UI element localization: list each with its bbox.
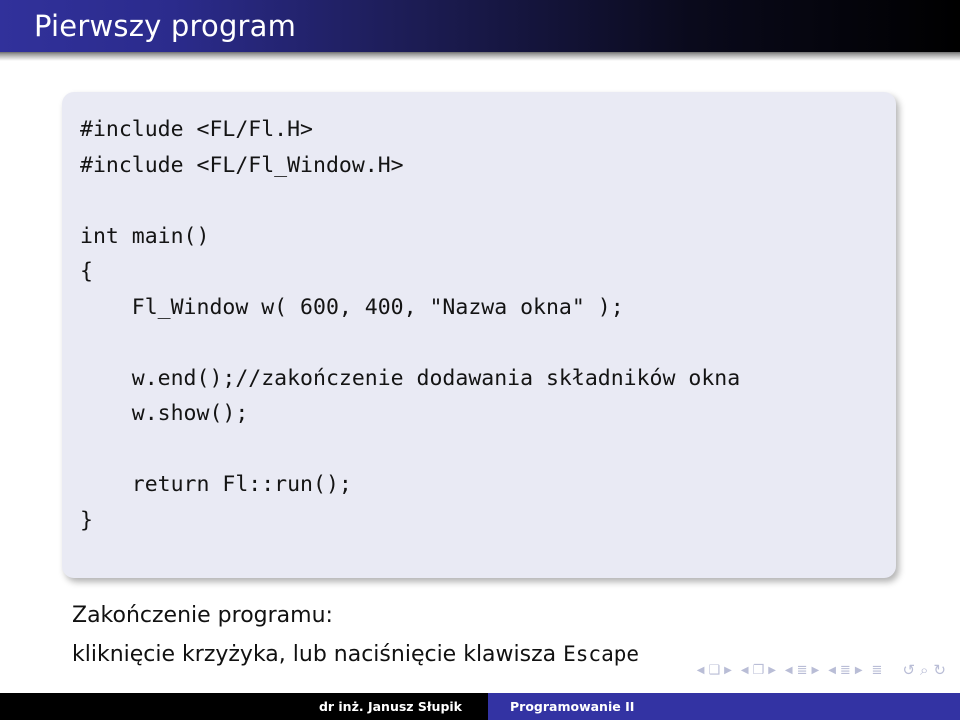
search-icon[interactable]: ⌕ — [920, 663, 928, 678]
outro-line-2-prefix: kliknięcie krzyżyka, lub naciśnięcie kla… — [72, 642, 564, 667]
prev-subsection-icon[interactable]: ◀ — [741, 665, 749, 676]
section-icon[interactable]: ≣ — [797, 664, 808, 677]
next-part-icon[interactable]: ▶ — [855, 665, 863, 676]
header-underline-divider — [0, 52, 960, 61]
beamer-navigation-bar[interactable]: ◀ ❑ ▶ ◀ ❐ ▶ ◀ ≣ ▶ ◀ ≣ ▶ ≣ ↺ ⌕ ↻ — [697, 663, 946, 678]
outro-line-1: Zakończenie programu: — [72, 603, 333, 628]
footer-author: dr inż. Janusz Słupik — [318, 699, 462, 714]
code-listing: #include <FL/Fl.H> #include <FL/Fl_Windo… — [80, 117, 741, 533]
frame-icon[interactable]: ❑ — [708, 664, 720, 677]
forward-icon[interactable]: ↻ — [933, 663, 946, 678]
slide-footer: dr inż. Janusz Słupik Programowanie II — [0, 693, 960, 720]
code-block: #include <FL/Fl.H> #include <FL/Fl_Windo… — [62, 92, 896, 578]
subsection-icon[interactable]: ❐ — [753, 664, 765, 677]
nav-group-section[interactable]: ◀ ≣ ▶ — [785, 664, 819, 677]
next-section-icon[interactable]: ▶ — [812, 665, 820, 676]
part-icon[interactable]: ≣ — [840, 664, 851, 677]
nav-group-part[interactable]: ◀ ≣ ▶ — [828, 664, 862, 677]
next-subsection-icon[interactable]: ▶ — [768, 665, 776, 676]
next-frame-icon[interactable]: ▶ — [724, 665, 732, 676]
nav-history-controls[interactable]: ↺ ⌕ ↻ — [902, 663, 946, 678]
nav-group-subsection[interactable]: ◀ ❐ ▶ — [741, 664, 776, 677]
nav-group-frame[interactable]: ◀ ❑ ▶ — [697, 664, 732, 677]
footer-author-cell: dr inż. Janusz Słupik — [0, 693, 488, 720]
prev-section-icon[interactable]: ◀ — [785, 665, 793, 676]
escape-key-literal: Escape — [563, 642, 639, 666]
slide-header: Pierwszy program — [0, 0, 960, 52]
back-icon[interactable]: ↺ — [902, 663, 915, 678]
page-title: Pierwszy program — [34, 9, 297, 43]
prev-frame-icon[interactable]: ◀ — [697, 665, 705, 676]
presentation-outline-icon[interactable]: ≣ — [872, 664, 883, 677]
footer-course: Programowanie II — [510, 699, 635, 714]
prev-part-icon[interactable]: ◀ — [828, 665, 836, 676]
footer-course-cell: Programowanie II — [488, 693, 960, 720]
